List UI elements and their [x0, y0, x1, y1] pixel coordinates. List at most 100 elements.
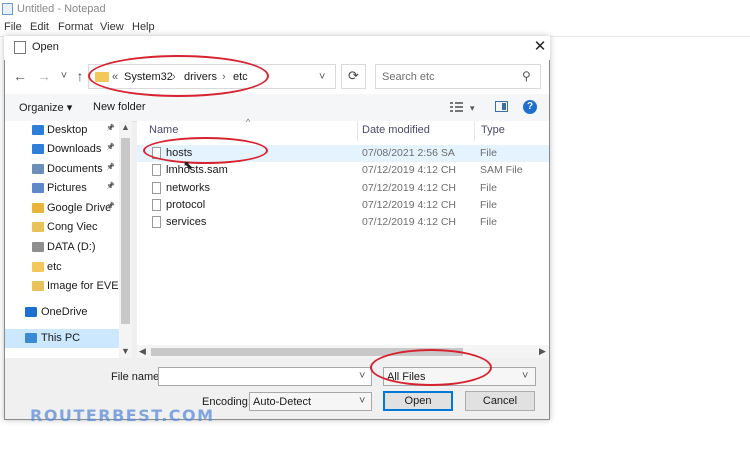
file-type: File	[480, 181, 497, 194]
help-icon[interactable]: ?	[523, 100, 537, 114]
notepad-icon	[2, 3, 13, 15]
this-pc-icon	[25, 333, 37, 343]
annotation-circle-filter	[370, 349, 492, 386]
sidebar-item-label: Google Drive	[47, 202, 112, 214]
file-name: lmhosts.sam	[166, 164, 228, 177]
mouse-cursor-icon: ⬉	[183, 158, 194, 172]
file-icon	[152, 198, 161, 211]
column-divider[interactable]	[357, 121, 358, 141]
menu-view[interactable]: View	[100, 21, 124, 33]
scroll-down-icon[interactable]: ▼	[121, 346, 130, 356]
notepad-title-bar: Untitled - Notepad	[0, 0, 750, 19]
pin-icon: 📌	[106, 144, 115, 151]
encoding-dropdown-icon[interactable]: ˅	[359, 395, 365, 407]
sidebar-item-label: Downloads	[47, 143, 102, 155]
sidebar-item-label: Image for EVE N	[47, 280, 130, 292]
folder-check-icon	[32, 281, 44, 291]
menu-help[interactable]: Help	[132, 21, 155, 33]
sidebar-item-label: DATA (D:)	[47, 241, 96, 253]
google-drive-icon	[32, 203, 44, 213]
file-type: SAM File	[480, 164, 523, 177]
dialog-title: Open	[32, 41, 59, 53]
pin-icon: 📌	[106, 183, 115, 190]
file-name-dropdown-icon[interactable]: ˅	[359, 370, 365, 382]
sidebar-item-image-for-eve-n[interactable]: Image for EVE N	[5, 277, 130, 296]
search-input[interactable]: Search etc ⚲	[375, 64, 541, 89]
file-row[interactable]: lmhosts.sam 07/12/2019 4:12 CH SAM File	[137, 162, 549, 179]
file-name: protocol	[166, 198, 206, 211]
column-divider[interactable]	[474, 121, 475, 141]
sidebar-item-etc[interactable]: etc	[5, 258, 120, 277]
sidebar-item-downloads[interactable]: Downloads 📌	[5, 140, 120, 159]
sidebar-item-data-d[interactable]: DATA (D:)	[5, 238, 120, 257]
pin-icon: 📌	[106, 125, 115, 132]
filter-dropdown-icon[interactable]: ˅	[522, 370, 528, 382]
dialog-title-bar: Open ✕	[4, 36, 550, 60]
sidebar-item-label: Pictures	[47, 182, 87, 194]
up-arrow-icon[interactable]: ↑	[72, 67, 88, 85]
file-date-modified: 07/12/2019 4:12 CH	[362, 164, 456, 177]
sidebar-item-label: OneDrive	[41, 306, 88, 318]
pin-icon: 📌	[106, 203, 115, 210]
pin-icon: 📌	[106, 164, 115, 171]
sidebar-item-documents[interactable]: Documents 📌	[5, 160, 120, 179]
sidebar-item-cong-viec[interactable]: Cong Viec	[5, 218, 120, 237]
sidebar-item-this-pc[interactable]: This PC	[5, 329, 120, 348]
watermark: ROUTERBEST.COM	[30, 406, 215, 425]
preview-pane-icon[interactable]	[495, 101, 508, 112]
scroll-up-icon[interactable]: ▲	[121, 122, 130, 132]
sidebar-item-desktop[interactable]: Desktop 📌	[5, 121, 120, 140]
annotation-circle-address	[88, 55, 269, 97]
cancel-button[interactable]: Cancel	[465, 391, 535, 411]
scroll-left-icon[interactable]: ◀	[139, 346, 146, 357]
file-row[interactable]: services 07/12/2019 4:12 CH File	[137, 214, 549, 231]
desktop-icon	[32, 125, 44, 135]
sidebar-item-label: etc	[47, 261, 62, 273]
column-header-type[interactable]: Type	[481, 124, 505, 136]
file-icon	[152, 181, 161, 194]
drive-icon	[32, 242, 44, 252]
scroll-right-icon[interactable]: ▶	[539, 346, 546, 357]
sidebar-item-label: Documents	[47, 163, 103, 175]
forward-arrow-icon[interactable]: →	[36, 67, 52, 85]
column-header-name[interactable]: Name	[149, 124, 178, 136]
recent-locations-chevron-icon[interactable]: ˅	[56, 67, 72, 85]
search-placeholder: Search etc	[382, 71, 435, 83]
documents-icon	[32, 164, 44, 174]
column-header-date[interactable]: Date modified	[362, 124, 430, 136]
file-icon	[152, 216, 161, 229]
file-date-modified: 07/12/2019 4:12 CH	[362, 198, 456, 211]
sidebar-item-label: This PC	[41, 332, 81, 344]
file-date-modified: 07/08/2021 2:56 SA	[362, 147, 455, 159]
encoding-select[interactable]: Auto-Detect ˅	[249, 392, 372, 411]
sidebar-item-pictures[interactable]: Pictures 📌	[5, 179, 120, 198]
menu-file[interactable]: File	[4, 21, 22, 33]
sidebar-scroll-thumb[interactable]	[121, 138, 130, 324]
menu-edit[interactable]: Edit	[30, 21, 49, 33]
sidebar-item-onedrive[interactable]: OneDrive	[5, 303, 120, 322]
address-dropdown-icon[interactable]: ˅	[319, 71, 325, 83]
open-button[interactable]: Open	[383, 391, 453, 411]
back-arrow-icon[interactable]: ←	[12, 67, 28, 85]
sort-indicator-icon: ^	[246, 117, 251, 127]
file-icon	[152, 164, 161, 177]
folder-icon	[32, 262, 44, 272]
view-dropdown-icon[interactable]: ▾	[470, 103, 475, 114]
close-icon[interactable]: ✕	[531, 37, 549, 57]
new-folder-button[interactable]: New folder	[93, 101, 146, 113]
file-row[interactable]: protocol 07/12/2019 4:12 CH File	[137, 197, 549, 214]
file-type: File	[480, 147, 497, 159]
file-date-modified: 07/12/2019 4:12 CH	[362, 216, 456, 229]
view-options-icon[interactable]	[450, 102, 463, 112]
file-type: File	[480, 216, 497, 229]
organize-button[interactable]: Organize ▾	[19, 101, 72, 114]
command-bar	[5, 94, 549, 122]
annotation-circle-hosts	[143, 137, 268, 164]
menu-format[interactable]: Format	[58, 21, 93, 33]
refresh-icon[interactable]: ⟳	[341, 64, 366, 89]
sidebar-item-label: Desktop	[47, 124, 88, 136]
notepad-menu-bar: File Edit Format View Help	[0, 19, 750, 37]
sidebar-item-google-drive[interactable]: Google Drive 📌	[5, 199, 120, 218]
file-name-input[interactable]: ˅	[158, 367, 372, 386]
file-row[interactable]: networks 07/12/2019 4:12 CH File	[137, 180, 549, 197]
